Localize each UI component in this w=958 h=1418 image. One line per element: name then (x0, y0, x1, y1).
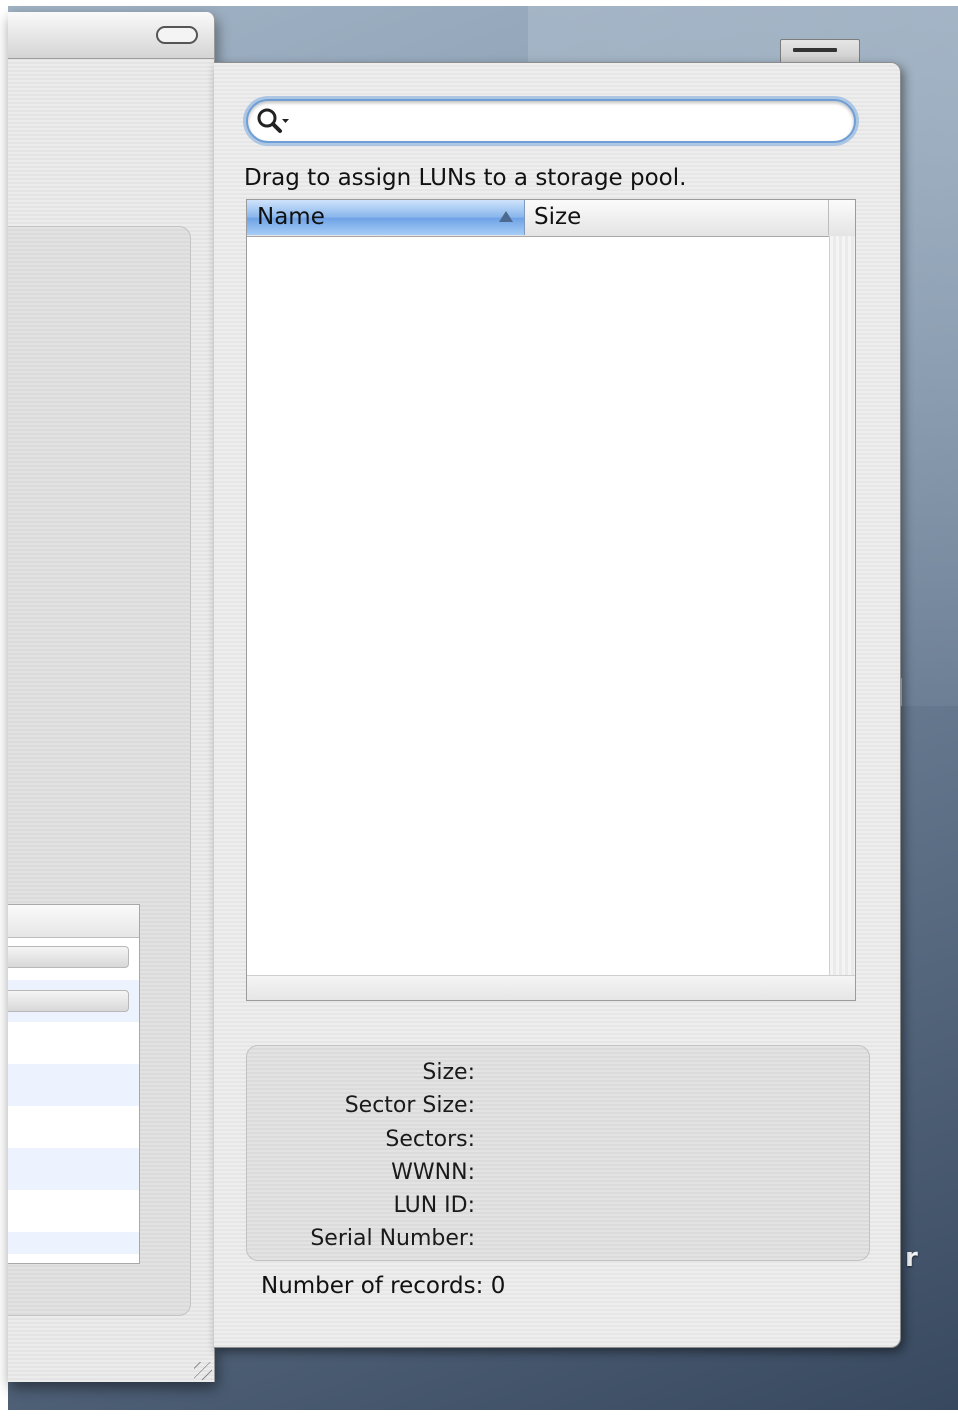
column-header-name-label: Name (257, 204, 325, 230)
main-list-body (8, 938, 139, 1254)
record-count: Number of records: 0 (261, 1273, 506, 1299)
search-input[interactable] (292, 101, 836, 143)
main-window-titlebar[interactable] (8, 12, 214, 59)
list-item[interactable] (8, 1022, 139, 1064)
column-header-name[interactable]: Name (247, 200, 525, 235)
list-item[interactable] (8, 1106, 139, 1148)
table-header: Name Size (247, 200, 855, 237)
lun-drawer: Drag to assign LUNs to a storage pool. N… (214, 62, 902, 1348)
main-list-header (8, 905, 139, 938)
sectors-label: Sectors: (385, 1127, 475, 1152)
lun-table[interactable]: Name Size (246, 199, 856, 1001)
resize-grip-icon[interactable] (194, 1362, 212, 1380)
main-list-progress-bar (8, 990, 129, 1012)
wwnn-label: WWNN: (391, 1160, 475, 1185)
list-item[interactable] (8, 1232, 139, 1254)
drag-hint-text: Drag to assign LUNs to a storage pool. (244, 165, 687, 191)
main-list-progress-bar (8, 946, 129, 968)
sort-ascending-icon (499, 211, 513, 222)
lun-info-box: Size: Sector Size: Sectors: WWNN: LUN ID… (246, 1045, 870, 1261)
main-window (8, 12, 215, 1382)
sector-size-label: Sector Size: (344, 1093, 475, 1118)
serial-number-label: Serial Number: (310, 1226, 475, 1251)
list-item[interactable] (8, 1148, 139, 1190)
search-icon[interactable] (256, 107, 290, 135)
vertical-scrollbar[interactable] (829, 236, 855, 976)
size-label: Size: (422, 1060, 475, 1085)
column-header-size-label: Size (534, 204, 582, 230)
horizontal-scrollbar[interactable] (247, 975, 855, 1000)
list-item[interactable] (8, 1190, 139, 1232)
main-list[interactable] (8, 904, 140, 1264)
drawer-resize-handle[interactable] (900, 678, 902, 706)
list-item[interactable] (8, 1064, 139, 1106)
desktop-icon-label: r (905, 1243, 918, 1273)
column-header-size[interactable]: Size (525, 200, 829, 235)
lun-id-label: LUN ID: (393, 1193, 475, 1218)
search-field[interactable] (246, 99, 856, 143)
toolbar-toggle-button[interactable] (156, 26, 198, 44)
